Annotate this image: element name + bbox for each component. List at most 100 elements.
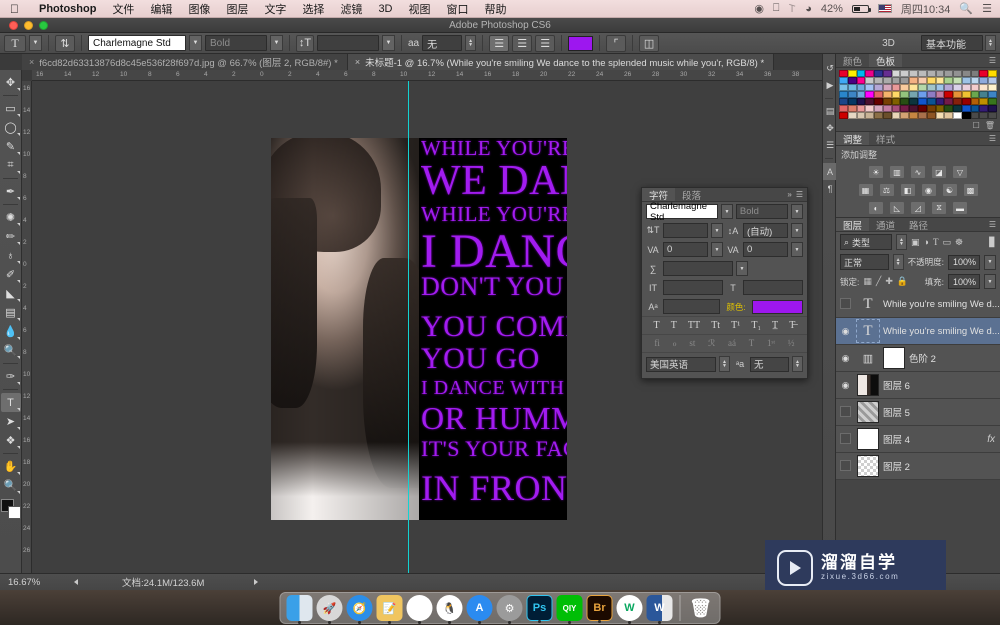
color-swatch[interactable]	[953, 77, 962, 84]
color-swatch[interactable]	[874, 70, 883, 77]
color-swatch[interactable]	[944, 105, 954, 112]
color-swatch[interactable]	[988, 84, 997, 91]
char-antialias[interactable]: 无	[750, 356, 789, 372]
color-swatch[interactable]	[988, 70, 997, 77]
dock-item-bridge[interactable]: Br	[586, 595, 613, 623]
menu-filter[interactable]: 滤镜	[332, 1, 370, 17]
layer-visibility-icon[interactable]: ◉	[838, 326, 853, 337]
color-swatch[interactable]	[979, 98, 989, 105]
dock-item-wechat-work[interactable]: W	[616, 595, 643, 624]
menu-view[interactable]: 视图	[401, 1, 439, 17]
color-swatch[interactable]	[979, 112, 989, 119]
pixel-filter-icon[interactable]: ▣	[911, 237, 920, 248]
tab-adjustments[interactable]: 调整	[836, 132, 870, 146]
color-swatch[interactable]	[891, 70, 901, 77]
color-swatch[interactable]	[953, 105, 962, 112]
new-swatch-icon[interactable]: ☐	[973, 121, 980, 130]
dock-item-finder[interactable]	[286, 595, 313, 624]
color-swatch[interactable]	[874, 91, 883, 98]
color-swatch[interactable]	[891, 91, 901, 98]
color-swatch[interactable]	[865, 98, 875, 105]
color-swatch[interactable]	[935, 98, 945, 105]
color-swatch[interactable]	[953, 70, 962, 77]
layer-row[interactable]: 图层 5	[836, 399, 1000, 426]
layer-filter-stepper[interactable]: ▲ ▼	[896, 234, 907, 250]
char-vertical-scale[interactable]	[663, 280, 723, 295]
poster-text-layer[interactable]: WHILE YOU'RE SMILINGWE DANCEWHILE YOU'RE…	[419, 138, 567, 520]
layer-visibility-icon[interactable]	[838, 406, 853, 419]
color-swatch[interactable]	[926, 105, 936, 112]
faux-style-button[interactable]: T	[671, 320, 677, 331]
char-font-size[interactable]	[663, 223, 708, 238]
opacity-chevron-icon[interactable]: ▼	[984, 254, 996, 270]
tool-preset-chevron-icon[interactable]: ▼	[29, 35, 42, 51]
font-style-chevron-icon[interactable]: ▼	[270, 35, 283, 51]
panel-menu-icon[interactable]: ☰	[796, 190, 803, 199]
selective-color-icon[interactable]: ⧖	[932, 202, 946, 214]
toggle-panels-icon[interactable]: ◫	[639, 34, 660, 52]
color-swatch[interactable]	[909, 84, 918, 91]
color-swatch[interactable]	[953, 91, 962, 98]
curves-icon[interactable]: ∿	[911, 166, 925, 178]
properties-icon[interactable]: ▤	[823, 103, 837, 120]
layer-thumbnail-adjustment[interactable]: ▥	[857, 347, 879, 369]
color-swatch[interactable]	[847, 105, 857, 112]
lock-image-icon[interactable]: ╱	[876, 276, 881, 287]
color-swatch[interactable]	[874, 77, 883, 84]
opentype-button[interactable]: st	[689, 338, 695, 349]
color-swatch[interactable]	[839, 91, 848, 98]
tab-channels[interactable]: 通道	[869, 218, 902, 232]
font-family-field[interactable]: Charlemagne Std	[88, 35, 186, 51]
char-antialias-stepper[interactable]: ▲ ▼	[792, 356, 803, 372]
font-family-chevron-icon[interactable]: ▼	[189, 35, 202, 51]
foreground-background-colors[interactable]	[0, 499, 21, 519]
dock-item-safari[interactable]: 🧭	[346, 595, 373, 624]
color-swatch[interactable]	[917, 77, 927, 84]
color-swatch[interactable]	[961, 98, 971, 105]
type-tool[interactable]: T	[0, 393, 21, 412]
layer-visibility-icon[interactable]	[838, 460, 853, 473]
fill-chevron-icon[interactable]: ▼	[984, 274, 996, 289]
color-swatch[interactable]	[839, 77, 848, 84]
status-prev-icon[interactable]	[74, 579, 78, 585]
align-left-icon[interactable]: ☰	[489, 34, 510, 52]
document-tab-active[interactable]: × 未标题-1 @ 16.7% (While you're smiling We…	[347, 54, 775, 70]
layer-row[interactable]: ◉ ▥ 色阶 2	[836, 345, 1000, 372]
adjustment-row-3[interactable]: ◐ ◺ ◿ ⧖ ▬	[836, 199, 1000, 217]
menu-3d[interactable]: 3D	[370, 3, 400, 15]
threshold-icon[interactable]: ◿	[911, 202, 925, 214]
warp-text-icon[interactable]: ⌜	[606, 34, 627, 52]
clock[interactable]: 周四10:34	[901, 1, 951, 17]
char-font-style[interactable]: Bold	[735, 204, 788, 219]
align-center-icon[interactable]: ☰	[512, 34, 533, 52]
swatch-grid[interactable]	[836, 68, 1000, 119]
faux-style-row[interactable]: T T TT Tt T¹ T₁ T̲ T̶	[642, 316, 807, 334]
blend-mode-stepper[interactable]: ▲ ▼	[892, 254, 904, 270]
text-color-swatch[interactable]	[568, 35, 594, 51]
tab-character[interactable]: 字符	[642, 188, 676, 202]
quick-selection-tool[interactable]: ✎	[1, 137, 21, 156]
color-swatch[interactable]	[856, 77, 866, 84]
tab-layers[interactable]: 图层	[836, 218, 870, 232]
color-swatch[interactable]	[839, 84, 848, 91]
dock-item-launchpad[interactable]: 🚀	[316, 595, 343, 624]
blur-tool[interactable]: 💧	[1, 322, 21, 341]
artboard[interactable]: WHILE YOU'RE SMILINGWE DANCEWHILE YOU'RE…	[271, 138, 567, 520]
shape-filter-icon[interactable]: ▭	[942, 237, 951, 248]
color-swatch[interactable]	[891, 98, 901, 105]
spot-healing-tool[interactable]: ✺	[1, 208, 21, 227]
color-swatch[interactable]	[847, 91, 857, 98]
color-swatch[interactable]	[935, 91, 945, 98]
font-size-field[interactable]	[317, 35, 379, 51]
char-font-style-chevron-icon[interactable]: ▼	[791, 204, 803, 219]
apple-icon[interactable]: 	[0, 3, 31, 15]
color-swatch[interactable]	[891, 84, 901, 91]
color-swatch[interactable]	[917, 98, 927, 105]
tab-color[interactable]: 颜色	[836, 54, 869, 68]
menu-image[interactable]: 图像	[180, 1, 218, 17]
bluetooth-icon[interactable]: 𐌕	[789, 2, 797, 15]
color-swatch[interactable]	[953, 112, 962, 119]
dock-item-system-preferences[interactable]: ⚙	[496, 595, 523, 624]
exposure-icon[interactable]: ◪	[932, 166, 946, 178]
color-swatch[interactable]	[988, 112, 997, 119]
